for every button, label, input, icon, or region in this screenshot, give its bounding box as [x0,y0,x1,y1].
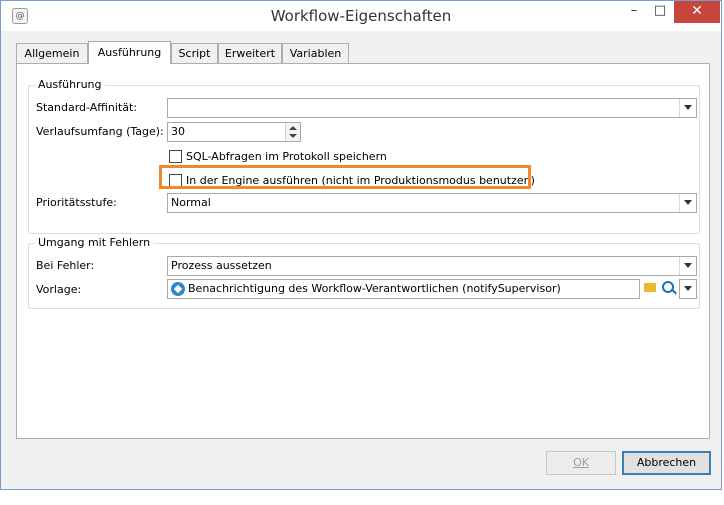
chevron-down-icon[interactable] [679,99,696,117]
spinner-buttons[interactable] [285,123,300,141]
template-label: Vorlage: [36,283,82,296]
chevron-down-icon[interactable] [680,280,696,298]
history-label: Verlaufsumfang (Tage): [36,125,164,138]
template-value: Benachrichtigung des Workflow-Verantwort… [188,282,561,295]
spin-down-icon[interactable] [289,134,297,138]
search-icon [662,281,674,293]
highlight-box [159,165,531,189]
tab-erweitert[interactable]: Erweitert [218,43,282,63]
dialog-window: @ Workflow-Eigenschaften – □ ✕ Allgemein… [0,0,722,490]
template-field[interactable]: Benachrichtigung des Workflow-Verantwort… [167,279,640,299]
folder-icon [644,283,656,292]
chevron-down-icon[interactable] [679,194,696,212]
maximize-button[interactable]: □ [647,1,673,23]
error-handling-group-title: Umgang mit Fehlern [35,236,154,249]
ok-button[interactable]: OK [546,451,616,475]
search-button[interactable] [660,279,678,299]
tab-allgemein[interactable]: Allgemein [16,43,88,63]
tab-script[interactable]: Script [171,43,218,63]
chevron-down-icon[interactable] [679,257,696,275]
workflow-template-icon [171,282,185,296]
affinity-select[interactable] [167,98,697,118]
sql-log-checkbox[interactable] [169,150,182,163]
cancel-button-label: Abbrechen [636,456,697,469]
template-dropdown-button[interactable] [679,279,697,299]
folder-button[interactable] [641,279,659,299]
affinity-label: Standard-Affinität: [36,101,138,114]
sql-log-label: SQL-Abfragen im Protokoll speichern [186,150,387,163]
tab-variablen[interactable]: Variablen [282,43,349,63]
tab-ausfuehrung[interactable]: Ausführung [88,41,171,64]
history-days-value: 30 [171,125,185,138]
close-button[interactable]: ✕ [674,1,720,23]
on-error-value: Prozess aussetzen [171,259,272,272]
spin-up-icon[interactable] [289,126,297,130]
window-title: Workflow-Eigenschaften [270,7,452,25]
priority-label: Prioritätsstufe: [36,196,117,209]
priority-value: Normal [171,196,211,209]
on-error-select[interactable]: Prozess aussetzen [167,256,697,276]
tab-panel: Ausführung Standard-Affinität: Verlaufsu… [16,63,710,439]
history-days-spinner[interactable]: 30 [167,122,301,142]
ok-button-label: OK [573,456,589,469]
on-error-label: Bei Fehler: [36,259,95,272]
priority-select[interactable]: Normal [167,193,697,213]
cancel-button[interactable]: Abbrechen [622,451,711,475]
execution-group-title: Ausführung [35,78,105,91]
title-bar: @ Workflow-Eigenschaften – □ ✕ [1,1,721,31]
error-handling-group: Umgang mit Fehlern [28,236,700,309]
minimize-button[interactable]: – [621,1,647,23]
